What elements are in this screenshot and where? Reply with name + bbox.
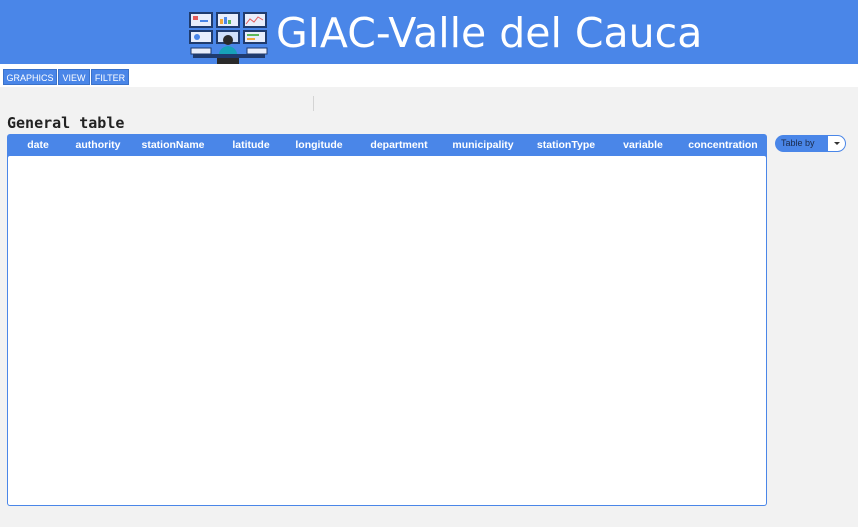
- section-title: General table: [7, 114, 125, 132]
- table-by-toggle[interactable]: [828, 136, 845, 151]
- column-header-variable[interactable]: variable: [609, 134, 677, 156]
- column-header-longitude[interactable]: longitude: [283, 134, 355, 156]
- table-body[interactable]: [8, 156, 766, 505]
- column-header-stationname[interactable]: stationName: [127, 134, 219, 156]
- column-header-date[interactable]: date: [7, 134, 69, 156]
- table-by-label: Table by: [781, 138, 815, 148]
- column-header-latitude[interactable]: latitude: [219, 134, 283, 156]
- control-room-monitors-icon: [189, 12, 268, 64]
- table-header-row: date authority stationName latitude long…: [7, 134, 767, 156]
- column-header-concentration[interactable]: concentration: [677, 134, 769, 156]
- graphics-button[interactable]: GRAPHICS: [3, 69, 57, 85]
- app-header: GIAC-Valle del Cauca: [0, 0, 858, 64]
- divider: [313, 96, 314, 111]
- view-button[interactable]: VIEW: [58, 69, 90, 85]
- menu-bar: GRAPHICS VIEW FILTER: [0, 64, 858, 87]
- chevron-down-icon: [834, 142, 840, 145]
- column-header-municipality[interactable]: municipality: [443, 134, 523, 156]
- app-title: GIAC-Valle del Cauca: [276, 9, 703, 57]
- column-header-authority[interactable]: authority: [69, 134, 127, 156]
- table-by-dropdown[interactable]: Table by: [775, 135, 846, 152]
- filter-button[interactable]: FILTER: [91, 69, 129, 85]
- column-header-stationtype[interactable]: stationType: [523, 134, 609, 156]
- general-table: date authority stationName latitude long…: [7, 134, 767, 506]
- column-header-department[interactable]: department: [355, 134, 443, 156]
